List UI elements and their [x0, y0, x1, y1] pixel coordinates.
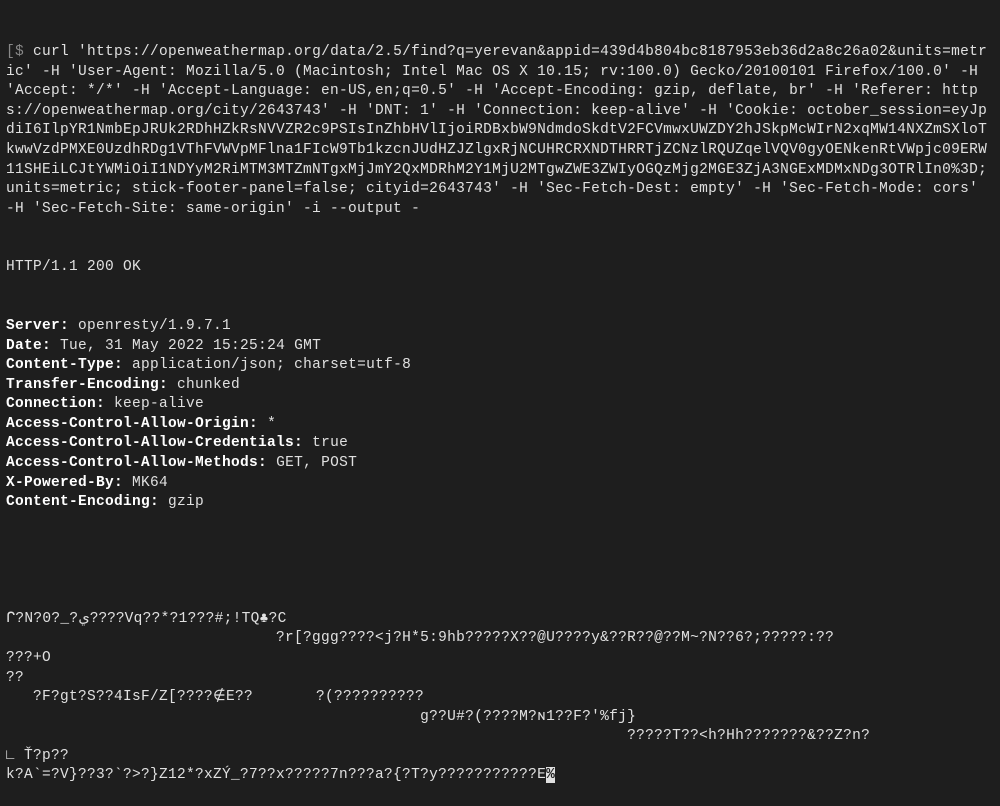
header-key: Access-Control-Allow-Credentials: [6, 435, 294, 451]
command-line: [$ curl 'https://openweathermap.org/data…: [6, 43, 994, 219]
body-line: ∟ Ť?p??: [6, 747, 994, 767]
body-line: ?F?gt?S??4IsF/Z[????∉E?? ?(??????????: [6, 688, 994, 708]
curl-command: curl 'https://openweathermap.org/data/2.…: [6, 44, 996, 217]
terminal-output[interactable]: [$ curl 'https://openweathermap.org/data…: [6, 4, 994, 806]
prompt-char: [$: [6, 44, 24, 60]
header-line: X-Powered-By: MK64: [6, 474, 994, 494]
header-key: X-Powered-By: [6, 475, 114, 491]
header-key: Content-Type: [6, 357, 114, 373]
header-key: Access-Control-Allow-Methods: [6, 455, 258, 471]
blank-line: [6, 552, 994, 571]
header-key: Server: [6, 318, 60, 334]
header-value: application/json; charset=utf-8: [132, 357, 411, 373]
header-value: keep-alive: [114, 396, 204, 412]
header-value: openresty/1.9.7.1: [78, 318, 231, 334]
body-line: ᒋ?N?0?_?ي????Vq??*?1???#;!TQ♣?C: [6, 610, 994, 630]
header-line: Access-Control-Allow-Methods: GET, POST: [6, 454, 994, 474]
header-key: Connection: [6, 396, 96, 412]
header-key: Transfer-Encoding: [6, 377, 159, 393]
http-status-line: HTTP/1.1 200 OK: [6, 258, 994, 278]
body-line: k?A`=?V}??3?`?>?}Z12*?xZÝ_?7??x?????7n??…: [6, 766, 994, 786]
trailing-percent: %: [546, 767, 555, 783]
response-body: ᒋ?N?0?_?ي????Vq??*?1???#;!TQ♣?C ?r[?ggg?…: [6, 610, 994, 786]
header-line: Connection: keep-alive: [6, 395, 994, 415]
header-line: Access-Control-Allow-Origin: *: [6, 415, 994, 435]
header-value: *: [267, 416, 276, 432]
header-value: chunked: [177, 377, 240, 393]
header-value: Tue, 31 May 2022 15:25:24 GMT: [60, 338, 321, 354]
body-line: g??U#?(????M?ɴ1??F?'%fj}: [6, 708, 994, 728]
header-value: gzip: [168, 494, 204, 510]
header-line: Content-Encoding: gzip: [6, 493, 994, 513]
header-value: true: [312, 435, 348, 451]
body-line: ?r[?ggg????<j?H*5:9hb?????X??@U????y&??R…: [6, 629, 994, 649]
header-value: GET, POST: [276, 455, 357, 471]
body-line: ???+O: [6, 649, 994, 669]
body-line: ??: [6, 669, 994, 689]
header-line: Date: Tue, 31 May 2022 15:25:24 GMT: [6, 337, 994, 357]
response-headers: Server: openresty/1.9.7.1Date: Tue, 31 M…: [6, 317, 994, 513]
body-line: ?????T??<h?Hh???????&??Z?n?: [6, 727, 994, 747]
header-line: Access-Control-Allow-Credentials: true: [6, 434, 994, 454]
header-line: Transfer-Encoding: chunked: [6, 376, 994, 396]
header-key: Content-Encoding: [6, 494, 150, 510]
header-value: MK64: [132, 475, 168, 491]
header-key: Date: [6, 338, 42, 354]
header-line: Content-Type: application/json; charset=…: [6, 356, 994, 376]
header-line: Server: openresty/1.9.7.1: [6, 317, 994, 337]
header-key: Access-Control-Allow-Origin: [6, 416, 249, 432]
